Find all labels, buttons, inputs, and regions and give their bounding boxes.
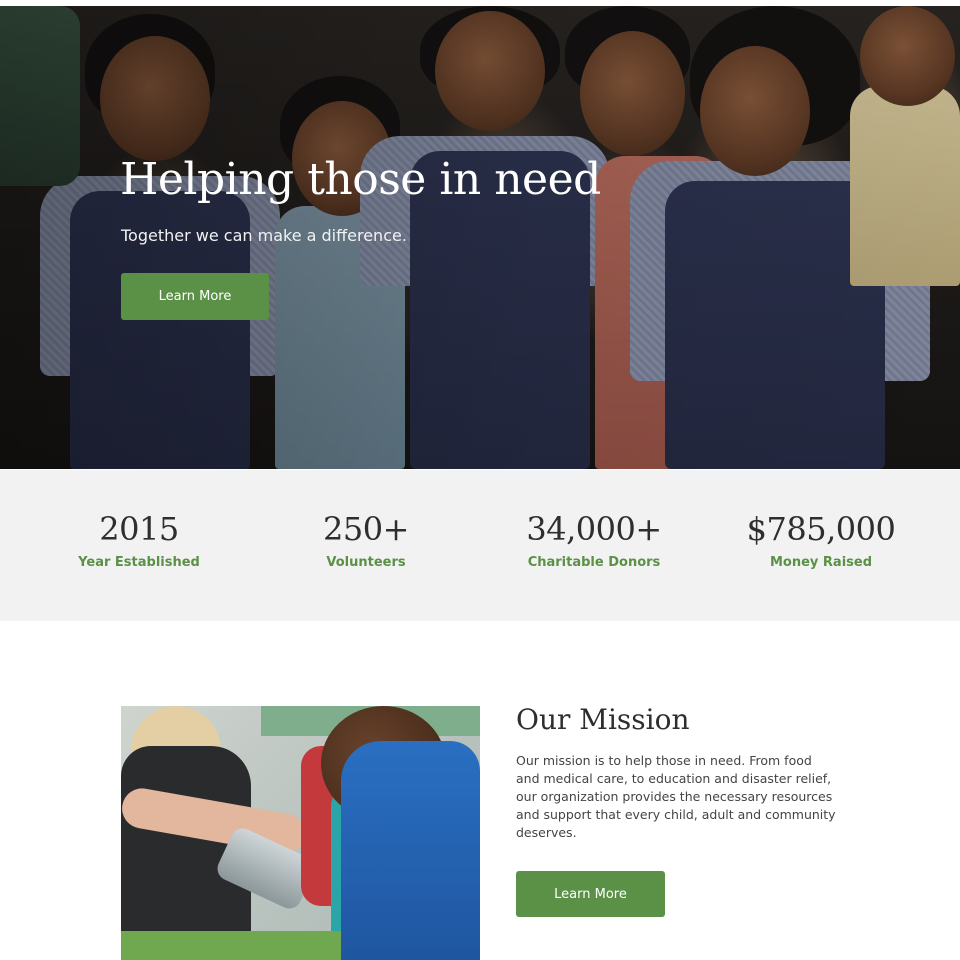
- stat-volunteers: 250+ Volunteers: [256, 510, 476, 570]
- mission-learn-more-button[interactable]: Learn More: [516, 871, 665, 917]
- hero-banner: Helping those in need Together we can ma…: [0, 6, 960, 469]
- stats-bar: 2015 Year Established 250+ Volunteers 34…: [0, 470, 960, 621]
- mission-photo: [121, 706, 480, 960]
- stat-value: $785,000: [746, 510, 896, 548]
- stat-value: 2015: [99, 510, 179, 548]
- stat-label: Volunteers: [326, 555, 406, 570]
- stat-value: 250+: [323, 510, 409, 548]
- hero-title: Helping those in need: [120, 154, 601, 205]
- stat-value: 34,000+: [526, 510, 662, 548]
- mission-description: Our mission is to help those in need. Fr…: [516, 753, 836, 840]
- stat-money-raised: $785,000 Money Raised: [711, 510, 931, 570]
- stat-label: Charitable Donors: [527, 555, 661, 570]
- stat-year-established: 2015 Year Established: [29, 510, 249, 570]
- stat-label: Money Raised: [769, 555, 873, 570]
- stat-charitable-donors: 34,000+ Charitable Donors: [484, 510, 704, 570]
- hero-learn-more-button[interactable]: Learn More: [121, 273, 269, 320]
- hero-subtitle: Together we can make a difference.: [121, 226, 407, 245]
- stat-label: Year Established: [78, 555, 200, 570]
- mission-title: Our Mission: [516, 703, 690, 736]
